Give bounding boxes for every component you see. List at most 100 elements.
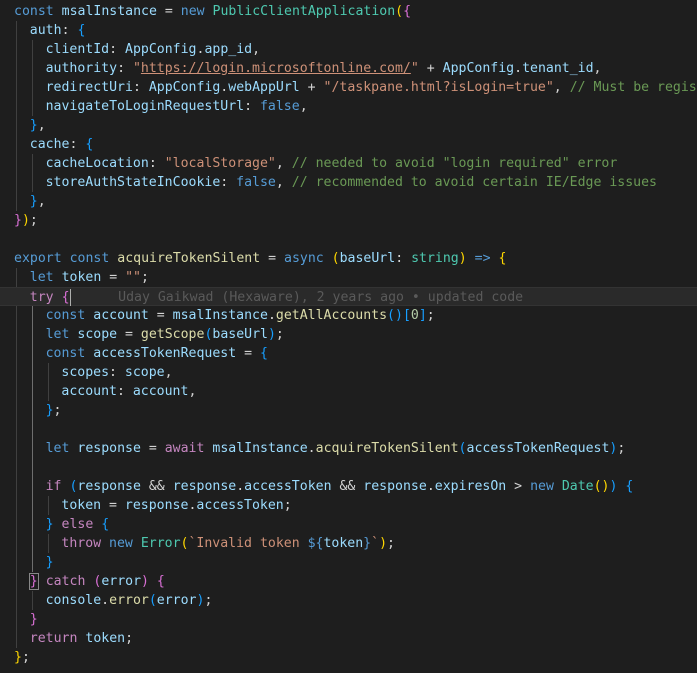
code-token: throw [61,536,102,551]
code-line[interactable]: clientId: AppConfig.app_id, [0,40,697,59]
code-token: { [403,4,412,19]
code-text: let response = await msalInstance.acquir… [46,439,626,458]
code-token: "/taskpane.html?isLogin=true" [323,80,554,95]
code-token: ; [387,536,395,551]
code-text: let token = ""; [30,268,149,287]
code-token: ) [21,213,30,228]
code-token: . [101,593,110,608]
code-line[interactable]: storeAuthStateInCookie: false, // recomm… [0,173,697,192]
code-line[interactable]: }, [0,192,697,211]
code-token: ) [267,327,276,342]
code-line[interactable]: const account = msalInstance.getAllAccou… [0,306,697,325]
code-token: scopes [61,365,110,380]
code-text: } [46,553,54,572]
code-line[interactable]: cacheLocation: "localStorage", // needed… [0,154,697,173]
code-token: cacheLocation [45,156,149,171]
code-token: . [307,441,316,456]
code-token: export [14,251,62,266]
code-token: { [260,346,268,361]
code-line[interactable]: const msalInstance = new PublicClientApp… [0,2,697,21]
code-token: error [101,574,142,589]
code-token: baseUrl [339,251,396,266]
code-token: new [530,479,554,494]
code-line[interactable] [0,420,697,439]
code-line[interactable]: } [0,553,697,572]
code-token: auth [29,23,62,38]
code-text: auth: { [30,21,86,40]
code-token: = [260,251,284,266]
code-token: () [593,479,610,494]
code-line[interactable]: if (response && response.accessToken && … [0,477,697,496]
code-token: + [418,61,443,76]
code-token: } [28,573,39,590]
code-token: , [275,156,292,171]
code-line[interactable]: authority: "https://login.microsoftonlin… [0,59,697,78]
code-line[interactable]: throw new Error(`Invalid token ${token}`… [0,534,697,553]
code-token: ; [426,308,435,323]
code-token: . [236,479,245,494]
code-token: = [148,308,173,323]
code-line[interactable]: }; [0,648,697,667]
code-line[interactable]: auth: { [0,21,697,40]
code-line[interactable]: return token; [0,629,697,648]
code-token: { [85,137,94,152]
code-line[interactable]: } [0,610,697,629]
code-token: } [14,650,22,665]
code-token: response [77,441,141,456]
code-token: } [45,555,54,570]
code-line[interactable] [0,458,697,477]
code-token: ; [617,441,626,456]
code-token: ; [141,270,149,285]
code-line[interactable]: }, [0,116,697,135]
code-line[interactable]: let response = await msalInstance.acquir… [0,439,697,458]
code-line[interactable] [0,230,697,249]
code-line[interactable]: let scope = getScope(baseUrl); [0,325,697,344]
code-text: token = response.accessToken; [61,496,291,515]
code-line[interactable]: let token = ""; [0,268,697,287]
code-text: }); [14,211,38,230]
code-token: new [109,536,133,551]
code-line[interactable]: scopes: scope, [0,363,697,382]
code-token: const [14,4,54,19]
code-token: expiresOn [434,479,507,494]
code-token: " [132,61,141,76]
code-line[interactable]: export const acquireTokenSilent = async … [0,249,697,268]
code-line[interactable]: cache: { [0,135,697,154]
code-token: } [29,118,38,133]
code-line[interactable]: account: account, [0,382,697,401]
code-line[interactable]: console.error(error); [0,591,697,610]
code-token: } [45,517,54,532]
code-token: response [124,498,189,513]
code-line[interactable]: } else { [0,515,697,534]
code-line[interactable]: const accessTokenRequest = { [0,344,697,363]
code-line[interactable]: redirectUri: AppConfig.webAppUrl + "/tas… [0,78,697,97]
code-token: authority [45,61,118,76]
code-editor[interactable]: const msalInstance = new PublicClientApp… [0,0,697,673]
code-token: AppConfig [442,61,515,76]
code-line[interactable]: }); [0,211,697,230]
code-token: Error [140,536,181,551]
code-token: = [236,346,260,361]
code-token: ; [21,650,30,665]
code-token: new [180,4,205,19]
code-text: redirectUri: AppConfig.webAppUrl + "/tas… [46,78,697,97]
code-line[interactable]: navigateToLoginRequestUrl: false, [0,97,697,116]
code-token: + [299,80,324,95]
code-token: const [45,346,86,361]
code-line[interactable]: token = response.accessToken; [0,496,697,515]
code-line-current[interactable]: try { Uday Gaikwad (Hexaware), 2 years a… [0,287,697,306]
code-text: export const acquireTokenSilent = async … [14,249,506,268]
code-token: ; [29,213,38,228]
code-token: AppConfig [125,42,197,57]
code-token: response [77,479,141,494]
code-token: { [156,574,165,589]
code-token: AppConfig [148,80,221,95]
code-token: 0 [410,308,419,323]
code-token: { [498,251,507,266]
code-line[interactable]: } catch (error) { [0,572,697,591]
code-text: clientId: AppConfig.app_id, [46,40,260,59]
code-token: ( [148,593,157,608]
code-line[interactable]: }; [0,401,697,420]
